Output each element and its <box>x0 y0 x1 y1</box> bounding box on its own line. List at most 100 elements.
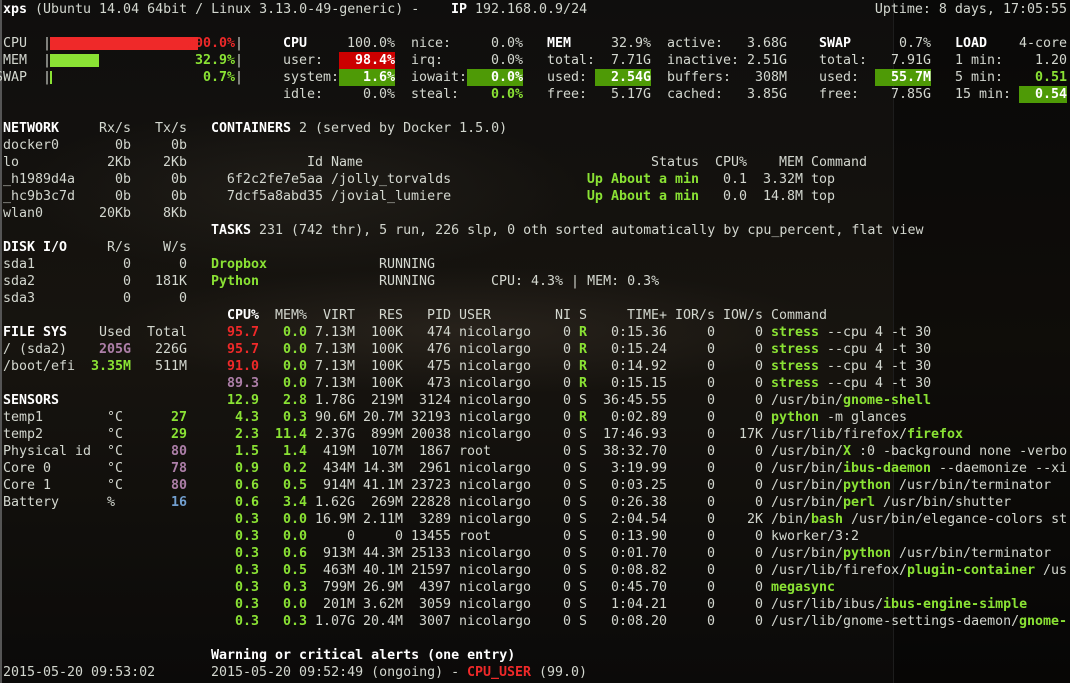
mem-stat-value: 5.17G <box>610 87 651 102</box>
process-nice: 0 <box>562 614 571 629</box>
cpu-stat-label: user: <box>283 53 324 68</box>
process-io-write: 0 <box>754 393 763 408</box>
current-datetime: 2015-05-20 09:53:02 <box>3 665 156 680</box>
process-time: 1:04.21 <box>610 597 667 612</box>
swap-stat-value: 7.85G <box>890 87 931 102</box>
process-command-path: /bin/ <box>771 512 812 527</box>
swap-stat-value: 7.91G <box>890 53 931 68</box>
cpu-stat-value: 0.0% <box>490 53 523 68</box>
cpu-stat-value: 0.0% <box>467 69 523 86</box>
container-mem: 3.32M <box>762 172 803 187</box>
alert-type: CPU_USER <box>467 665 532 680</box>
process-command-name: python <box>843 546 892 561</box>
filesystem-name: / (sda2) <box>3 342 68 357</box>
process-virt: 1.62G <box>314 495 355 510</box>
process-virt: 7.13M <box>314 325 355 340</box>
disk-read: 0 <box>122 291 131 306</box>
container-cpu: 0.1 <box>722 172 747 187</box>
quicklook-percent: 0.7% <box>202 70 235 85</box>
process-command-name: X <box>843 444 852 459</box>
process-nice: 0 <box>562 359 571 374</box>
process-mem: 0.0 <box>282 376 307 391</box>
diskio-write-header: W/s <box>162 240 187 255</box>
process-user: nicolargo <box>459 512 532 527</box>
container-status-header: Status <box>650 155 699 170</box>
process-command-args: --cpu 4 -t 30 <box>819 325 932 340</box>
process-io-write: 0 <box>754 495 763 510</box>
process-io-read: 0 <box>706 563 715 578</box>
ip-address: 192.168.0.9/24 <box>475 2 588 17</box>
container-name: /jovial_lumiere <box>331 189 452 204</box>
process-io-write: 0 <box>754 563 763 578</box>
process-time: 0:15.36 <box>610 325 667 340</box>
diskio-read-header: R/s <box>106 240 131 255</box>
process-command-name: bash <box>811 512 844 527</box>
container-command: top <box>811 172 836 187</box>
process-state: R <box>579 376 588 391</box>
process-res: 44.3M <box>362 546 403 561</box>
process-mem: 0.0 <box>282 342 307 357</box>
process-io-read: 0 <box>706 444 715 459</box>
process-mem: 0.0 <box>282 359 307 374</box>
process-virt: 914M <box>322 478 355 493</box>
container-cpu-header: CPU% <box>714 155 747 170</box>
process-cpu: 4.3 <box>234 410 259 425</box>
network-interface: lo <box>3 155 20 170</box>
process-res: 219M <box>370 393 403 408</box>
process-command-path: /usr/lib/firefox/ <box>771 427 908 442</box>
process-state: S <box>579 512 588 527</box>
process-state: S <box>579 529 588 544</box>
process-state: S <box>579 546 588 561</box>
process-command-args: /usr/bin/elegance-colors st <box>843 512 1068 527</box>
process-command-name: perl <box>843 495 876 510</box>
load-cores: 4-core <box>1018 36 1067 51</box>
process-virt: 419M <box>322 444 355 459</box>
process-mem: 0.0 <box>282 325 307 340</box>
process-res: 100K <box>370 325 403 340</box>
process-mem: 0.0 <box>282 512 307 527</box>
process-cpu: 0.9 <box>234 461 259 476</box>
process-res: 3.62M <box>362 597 403 612</box>
process-user: nicolargo <box>459 410 532 425</box>
process-command-name: megasync <box>771 580 836 595</box>
process-nice: 0 <box>562 461 571 476</box>
sensor-name: Physical id <box>3 444 92 459</box>
containers-summary: 2 (served by Docker 1.5.0) <box>299 121 508 136</box>
network-tx: 2Kb <box>162 155 187 170</box>
process-user: nicolargo <box>459 478 532 493</box>
process-time: 0:08.20 <box>610 614 667 629</box>
disk-name: sda2 <box>3 274 36 289</box>
process-mem: 0.5 <box>282 478 307 493</box>
container-mem-header: MEM <box>778 155 803 170</box>
container-mem: 14.8M <box>762 189 803 204</box>
network-tx: 8Kb <box>162 206 187 221</box>
container-cpu: 0.0 <box>722 189 747 204</box>
mem-stat-label: cached: <box>667 87 724 102</box>
process-command-args: :0 -background none -verbo <box>851 444 1068 459</box>
process-virt: 0 <box>346 529 355 544</box>
process-io-write: 0 <box>754 529 763 544</box>
monitored-process-status: RUNNING <box>379 274 436 289</box>
cpu-stat-label: nice: <box>411 36 452 51</box>
sensor-value: 16 <box>170 495 187 510</box>
process-user: nicolargo <box>459 359 532 374</box>
process-io-read: 0 <box>706 393 715 408</box>
ip-label: IP <box>451 2 468 17</box>
process-mem: 0.6 <box>282 546 307 561</box>
process-state: S <box>579 393 588 408</box>
network-interface: _h1989d4a <box>3 172 76 187</box>
mem-stat-value: 3.85G <box>746 87 787 102</box>
process-pid: 25133 <box>410 546 451 561</box>
quicklook-label: MEM <box>2 53 27 68</box>
mem-stat-label: free: <box>547 87 588 102</box>
process-mem: 0.5 <box>282 563 307 578</box>
alert-time: 2015-05-20 09:52:49 (ongoing) - <box>211 665 468 680</box>
process-pid: 474 <box>426 325 451 340</box>
process-mem: 0.2 <box>282 461 307 476</box>
process-cpu: 0.6 <box>234 495 259 510</box>
process-io-read: 0 <box>706 427 715 442</box>
disk-name: sda3 <box>3 291 36 306</box>
mem-stat-value: 2.51G <box>746 53 787 68</box>
process-state: R <box>579 410 588 425</box>
process-io-write: 0 <box>754 342 763 357</box>
